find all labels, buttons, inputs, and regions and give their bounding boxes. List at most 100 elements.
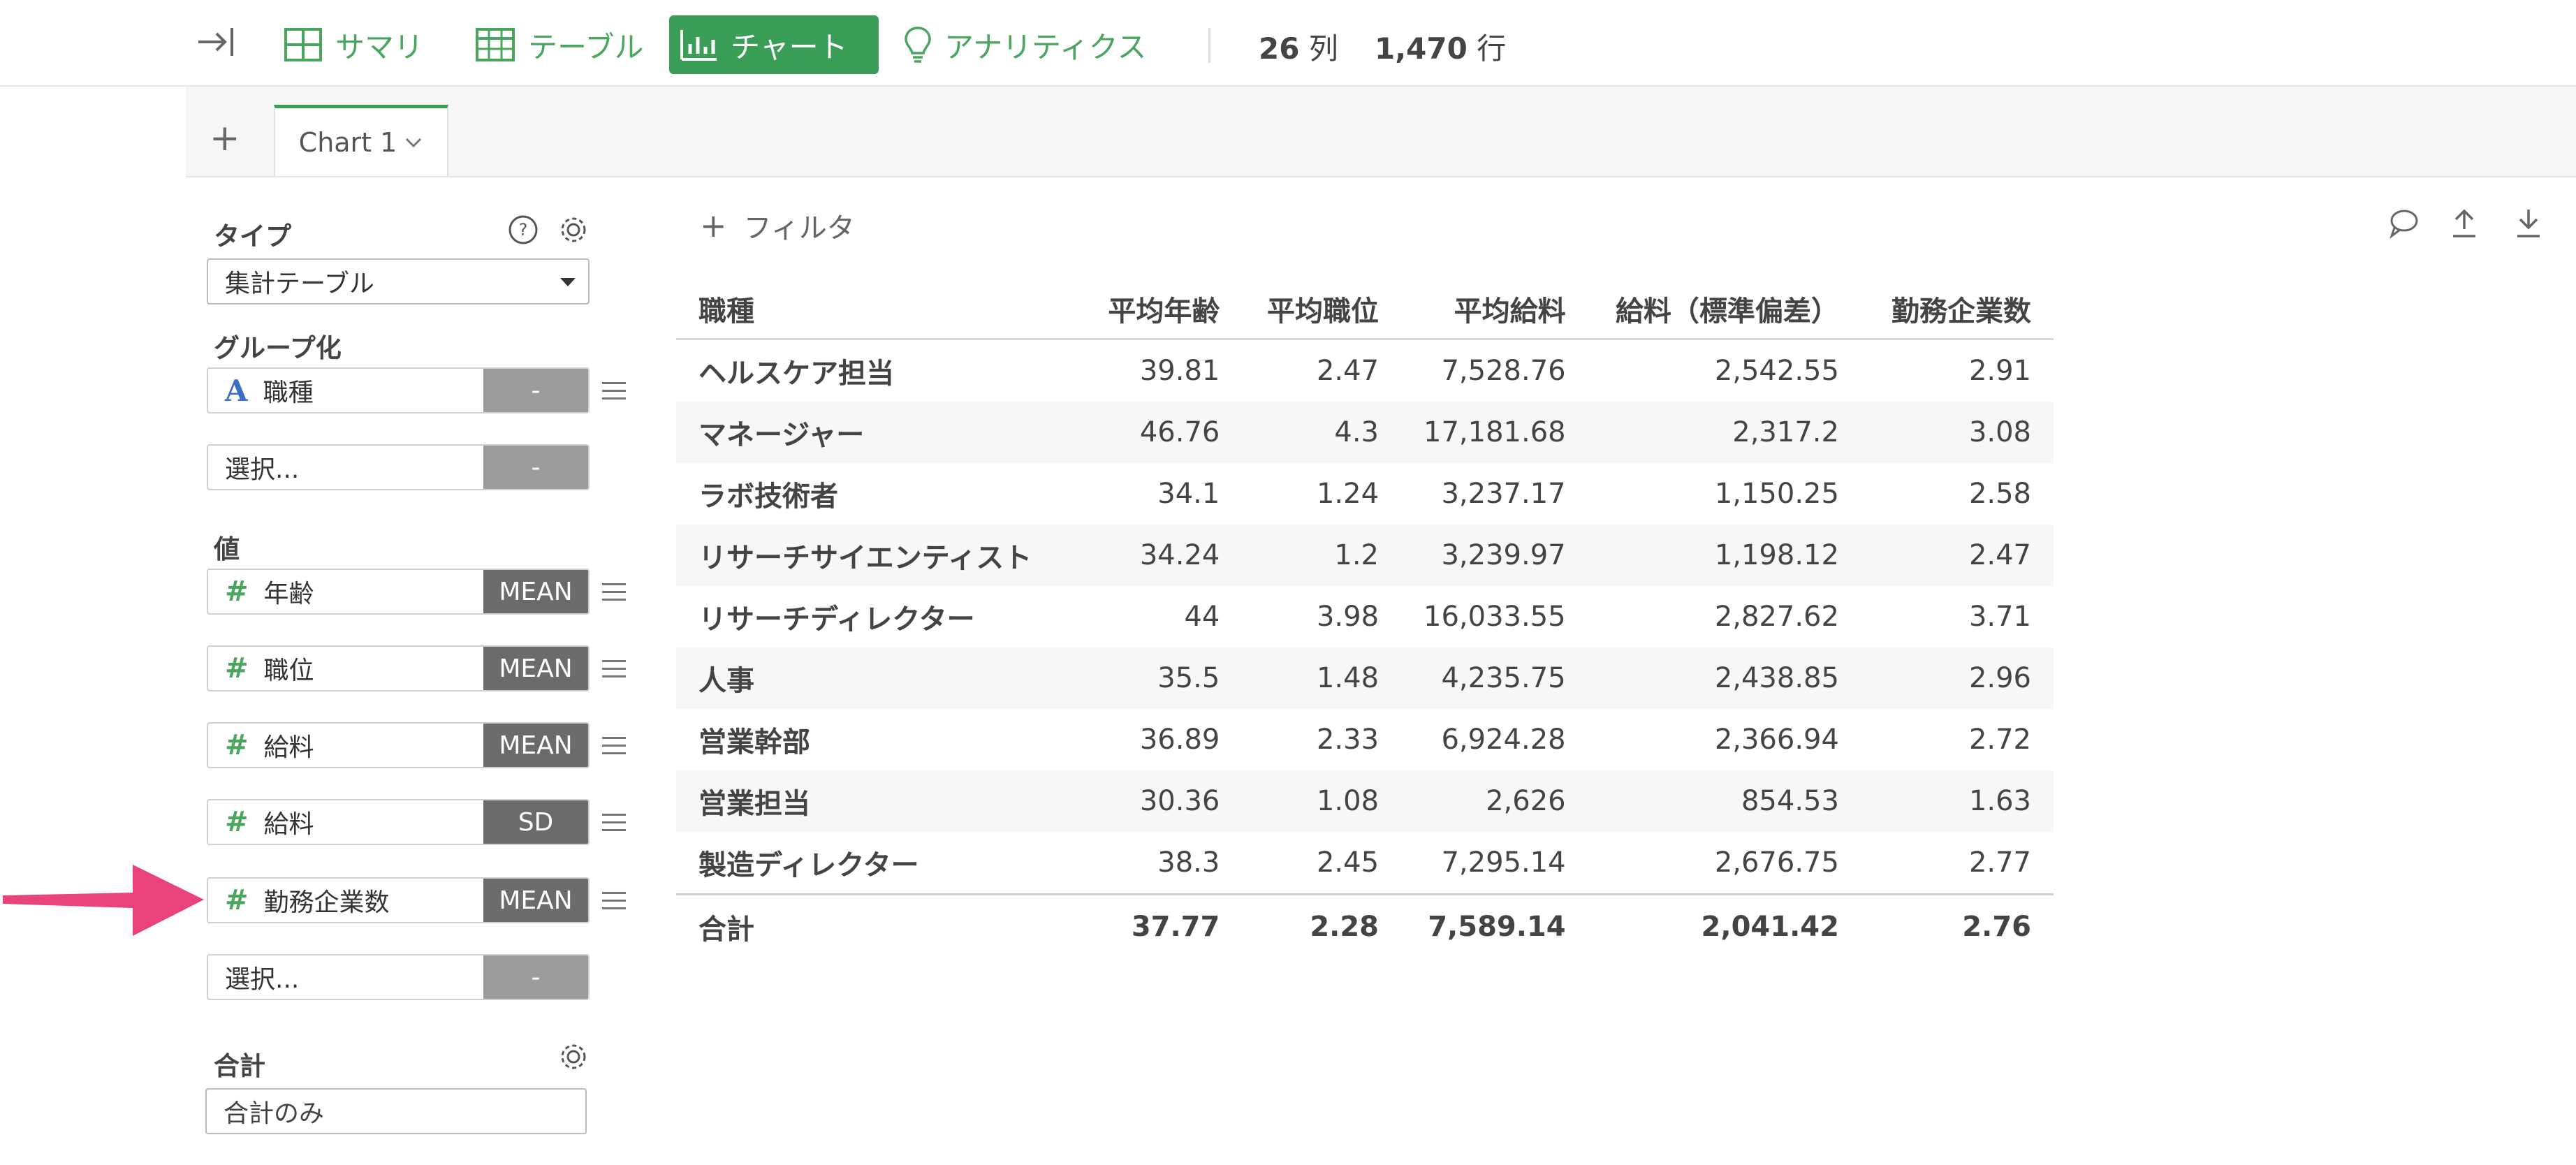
value-field-num-companies[interactable]: # 勤務企業数 MEAN (207, 877, 590, 923)
grid-icon (284, 28, 322, 61)
total-select-value: 合計のみ (224, 1099, 325, 1128)
value-field-agg[interactable]: MEAN (483, 570, 588, 613)
value-field-agg[interactable]: MEAN (483, 879, 588, 922)
column-header[interactable]: 勤務企業数 (1861, 279, 2054, 340)
value-field-agg[interactable]: MEAN (483, 724, 588, 767)
toolbar-divider (1208, 28, 1210, 63)
group-select-agg[interactable]: - (483, 446, 588, 489)
download-icon[interactable] (2513, 207, 2544, 239)
pivot-table: 職種 平均年齢 平均職位 平均給料 給料（標準偏差） 勤務企業数 ヘルスケア担当… (676, 279, 2054, 958)
drag-handle-icon[interactable] (602, 583, 626, 601)
table-cell: 1,150.25 (1714, 478, 1839, 510)
row-label-cell: ラボ技術者 (698, 481, 838, 513)
table-row: 製造ディレクター 38.3 2.45 7,295.14 2,676.75 2.77 (676, 832, 2054, 895)
table-row: 人事 35.5 1.48 4,235.75 2,438.85 2.96 (676, 647, 2054, 709)
group-field-job[interactable]: A 職種 - (207, 367, 590, 413)
total-cell: 37.77 (1070, 893, 1243, 958)
add-chart-button[interactable]: + (210, 117, 240, 159)
table-cell: 2.77 (1968, 847, 2031, 879)
table-cell: 17,181.68 (1401, 402, 1588, 463)
value-field-age[interactable]: # 年齢 MEAN (207, 569, 590, 615)
table-cell: 1,198.12 (1588, 525, 1861, 586)
values-label: 値 (214, 534, 240, 564)
numeric-type-icon: # (225, 652, 249, 684)
table-cell: 2.33 (1316, 724, 1380, 756)
value-field-agg[interactable]: SD (483, 800, 588, 844)
upload-icon[interactable] (2449, 207, 2480, 239)
table-cell: 3,239.97 (1401, 525, 1588, 586)
table-cell: 3.71 (1968, 601, 2031, 633)
comment-icon[interactable] (2387, 207, 2420, 239)
chart-tab-strip (186, 87, 2576, 177)
column-header[interactable]: 平均給料 (1401, 279, 1588, 340)
filter-label: フィルタ (743, 212, 855, 244)
type-label: タイプ (214, 221, 291, 251)
total-cell: 2.76 (1861, 893, 2054, 958)
table-cell: 2.45 (1316, 847, 1380, 879)
help-icon[interactable]: ? (507, 214, 539, 246)
table-cell: 36.89 (1139, 724, 1220, 756)
table-cell: 4,235.75 (1401, 647, 1588, 709)
row-label-cell: リサーチサイエンティスト (676, 525, 1071, 586)
column-header[interactable]: 平均職位 (1242, 279, 1402, 340)
numeric-type-icon: # (225, 729, 249, 761)
column-header[interactable]: 職種 (676, 279, 1071, 340)
table-row: リサーチサイエンティスト 34.24 1.2 3,239.97 1,198.12 2.47 (676, 525, 2054, 586)
chart-type-value: 集計テーブル (225, 270, 374, 298)
value-field-name: 給料 (263, 810, 314, 839)
value-select-agg[interactable]: - (483, 955, 588, 999)
top-toolbar: サマリ テーブル チャート アナリティクス 26 列 1,470 行 (0, 0, 2576, 87)
add-filter-button[interactable]: + フィルタ (700, 205, 855, 246)
bar-chart-icon (680, 30, 717, 61)
value-field-name: 職位 (263, 657, 314, 685)
collapse-sidebar-icon[interactable] (194, 21, 236, 63)
table-cell: 2,827.62 (1714, 601, 1839, 633)
column-count: 26 列 (1259, 31, 1338, 66)
value-field-name: 給料 (263, 733, 314, 762)
row-label-cell: 営業幹部 (698, 726, 810, 759)
group-select-placeholder: 選択... (225, 455, 300, 484)
table-cell: 30.36 (1070, 770, 1243, 832)
tab-table[interactable]: テーブル (465, 15, 653, 74)
group-field-agg[interactable]: - (483, 369, 588, 412)
table-cell: 3.98 (1316, 601, 1380, 633)
table-cell: 2,317.2 (1588, 402, 1861, 463)
gear-icon[interactable] (557, 214, 590, 246)
table-cell: 2.58 (1968, 478, 2031, 510)
column-header[interactable]: 平均年齢 (1070, 279, 1243, 340)
table-cell: 1.2 (1242, 525, 1402, 586)
tab-chart-1[interactable]: Chart 1 (274, 105, 448, 176)
column-header[interactable]: 給料（標準偏差） (1588, 279, 1861, 340)
table-row: ヘルスケア担当 39.81 2.47 7,528.76 2,542.55 2.91 (676, 339, 2054, 402)
tab-analytics[interactable]: アナリティクス (894, 15, 1156, 74)
tab-summary[interactable]: サマリ (274, 15, 433, 74)
value-field-agg[interactable]: MEAN (483, 647, 588, 690)
lightbulb-icon (905, 27, 931, 63)
drag-handle-icon[interactable] (602, 660, 626, 678)
chevron-down-icon[interactable] (404, 135, 423, 149)
row-label-cell: 製造ディレクター (698, 849, 919, 881)
group-select-field[interactable]: 選択... - (207, 444, 590, 490)
value-select-field[interactable]: 選択... - (207, 954, 590, 1000)
total-select[interactable]: 合計のみ (205, 1088, 587, 1134)
table-cell: 46.76 (1070, 402, 1243, 463)
svg-text:?: ? (519, 220, 528, 240)
value-field-salary-mean[interactable]: # 給料 MEAN (207, 722, 590, 768)
tab-analytics-label: アナリティクス (944, 29, 1147, 64)
chart-type-select[interactable]: 集計テーブル (207, 258, 590, 305)
drag-handle-icon[interactable] (602, 814, 626, 832)
table-cell: 1.48 (1242, 647, 1402, 709)
plus-icon: + (700, 207, 727, 244)
table-row: ラボ技術者 34.1 1.24 3,237.17 1,150.25 2.58 (676, 463, 2054, 525)
table-cell: 44 (1184, 601, 1220, 633)
drag-handle-icon[interactable] (602, 892, 626, 910)
gear-icon[interactable] (557, 1041, 590, 1073)
value-field-job-level[interactable]: # 職位 MEAN (207, 645, 590, 691)
table-cell: 2,626 (1401, 770, 1588, 832)
value-field-name: 勤務企業数 (263, 888, 390, 917)
value-field-salary-sd[interactable]: # 給料 SD (207, 799, 590, 845)
drag-handle-icon[interactable] (602, 737, 626, 755)
drag-handle-icon[interactable] (602, 382, 626, 400)
table-cell: 6,924.28 (1441, 724, 1566, 756)
tab-chart[interactable]: チャート (669, 15, 879, 74)
